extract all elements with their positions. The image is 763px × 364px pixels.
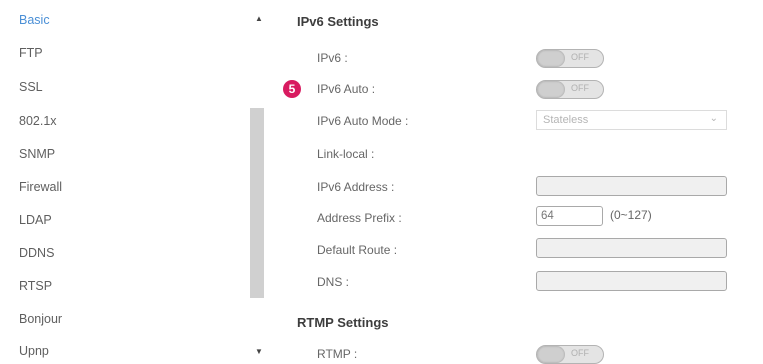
ipv6-label: IPv6 : (317, 51, 348, 65)
sidebar-item-upnp[interactable]: Upnp (19, 344, 49, 358)
ipv6-address-field[interactable] (536, 176, 727, 196)
default-route-field[interactable] (536, 238, 727, 258)
toggle-state-text: OFF (571, 52, 589, 62)
ipv6-auto-mode-label: IPv6 Auto Mode : (317, 114, 409, 128)
address-prefix-field[interactable]: 64 (536, 206, 603, 226)
ipv6-auto-label: IPv6 Auto : (317, 82, 376, 96)
sidebar-item-firewall[interactable]: Firewall (19, 180, 62, 194)
rtmp-toggle[interactable]: OFF (536, 345, 604, 364)
sidebar-item-rtsp[interactable]: RTSP (19, 279, 52, 293)
rtmp-settings-title: RTMP Settings (297, 315, 389, 330)
ipv6-toggle[interactable]: OFF (536, 49, 604, 68)
sidebar-item-ddns[interactable]: DDNS (19, 246, 54, 260)
toggle-knob (537, 346, 565, 363)
select-value: Stateless (543, 114, 589, 126)
address-prefix-label: Address Prefix : (317, 211, 402, 225)
sidebar-item-ftp[interactable]: FTP (19, 46, 43, 60)
toggle-state-text: OFF (571, 83, 589, 93)
sidebar-item-ssl[interactable]: SSL (19, 80, 43, 94)
rtmp-label: RTMP : (317, 347, 358, 361)
default-route-label: Default Route : (317, 243, 398, 257)
toggle-knob (537, 81, 565, 98)
scroll-up-arrow-icon[interactable]: ▲ (254, 14, 264, 24)
ipv6-auto-toggle[interactable]: OFF (536, 80, 604, 99)
ipv6-auto-mode-select[interactable]: Stateless ⌄ (536, 110, 727, 130)
chevron-down-icon: ⌄ (709, 113, 718, 124)
link-local-label: Link-local : (317, 147, 375, 161)
settings-sidebar: Basic FTP SSL 802.1x SNMP Firewall LDAP … (0, 0, 270, 362)
prefix-range-hint: (0~127) (610, 208, 652, 222)
sidebar-item-snmp[interactable]: SNMP (19, 147, 55, 161)
step-number-badge: 5 (283, 80, 301, 98)
toggle-knob (537, 50, 565, 67)
sidebar-scrollbar-thumb[interactable] (250, 108, 264, 298)
dns-label: DNS : (317, 275, 350, 289)
scroll-down-arrow-icon[interactable]: ▼ (254, 347, 264, 357)
sidebar-item-ldap[interactable]: LDAP (19, 213, 52, 227)
sidebar-item-bonjour[interactable]: Bonjour (19, 312, 62, 326)
ipv6-settings-title: IPv6 Settings (297, 14, 379, 29)
sidebar-item-8021x[interactable]: 802.1x (19, 114, 57, 128)
ipv6-address-label: IPv6 Address : (317, 180, 395, 194)
toggle-state-text: OFF (571, 348, 589, 358)
sidebar-item-basic[interactable]: Basic (19, 13, 50, 27)
dns-field[interactable] (536, 271, 727, 291)
